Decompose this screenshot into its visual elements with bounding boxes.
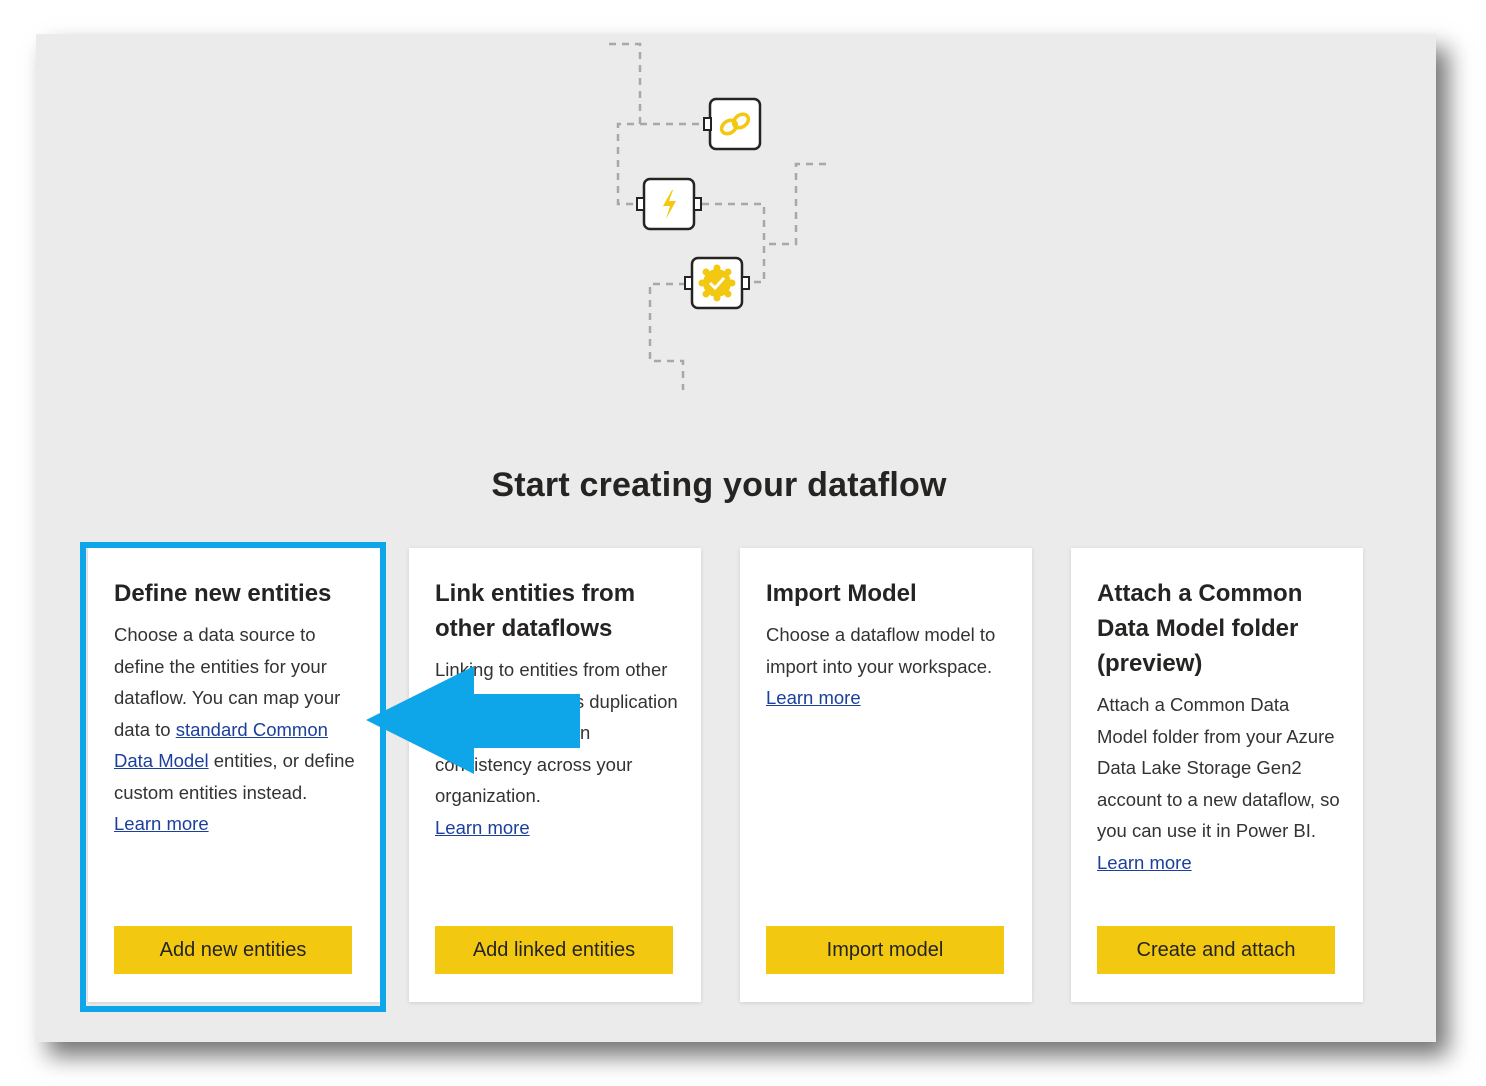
card-description: Attach a Common Data Model folder from y… [1097,694,1340,841]
card-description: Choose a data source to define the entit… [114,619,358,808]
card-attach-cdm-folder: Attach a Common Data Model folder (previ… [1071,548,1363,1002]
learn-more-link[interactable]: Learn more [114,808,358,840]
learn-more-link[interactable]: Learn more [766,682,1010,714]
card-description: Choose a dataflow model to import into y… [766,624,996,677]
learn-more-link[interactable]: Learn more [435,812,679,844]
link-node [703,97,762,151]
create-and-attach-button[interactable]: Create and attach [1097,926,1335,974]
card-heading: Define new entities [114,580,332,607]
card-heading: Link entities from other dataflows [435,580,636,642]
card-import-model: Import Model Choose a dataflow model to … [740,548,1032,1002]
import-model-button[interactable]: Import model [766,926,1004,974]
add-new-entities-button[interactable]: Add new entities [114,926,352,974]
verify-node [684,256,750,310]
dataflow-start-panel: Start creating your dataflow Define new … [36,34,1436,1042]
lightning-node [636,177,702,231]
card-heading: Attach a Common Data Model folder (previ… [1097,580,1303,677]
card-heading: Import Model [766,580,917,607]
add-linked-entities-button[interactable]: Add linked entities [435,926,673,974]
verified-badge-icon [698,264,736,302]
learn-more-link[interactable]: Learn more [1097,847,1341,879]
page-title: Start creating your dataflow [491,466,947,504]
dataflow-illustration [609,42,826,390]
card-define-new-entities: Define new entities Choose a data source… [88,548,380,1002]
card-link-entities: Link entities from other dataflows Linki… [409,548,701,1002]
card-description: Linking to entities from other dataflows… [435,659,678,806]
